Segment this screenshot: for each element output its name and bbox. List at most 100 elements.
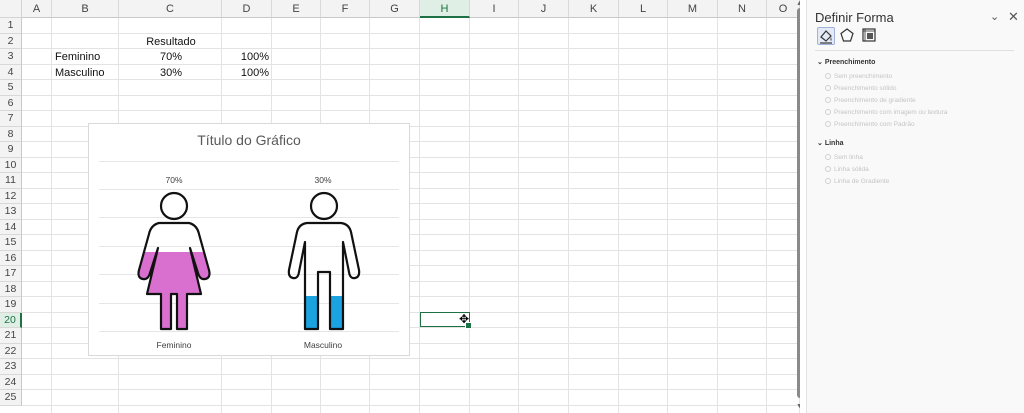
radio-label: Preenchimento com imagem ou textura <box>834 109 948 116</box>
female-head-outline <box>159 191 189 221</box>
section-fill[interactable]: ⌄ Preenchimento <box>817 58 875 66</box>
radio-label: Sem linha <box>834 154 863 161</box>
female-fill-level <box>138 252 210 329</box>
row-header-12[interactable]: 12 <box>0 188 22 204</box>
column-header-n[interactable]: N <box>718 0 767 18</box>
category-label-masculino: Masculino <box>303 340 343 350</box>
radio-solid-line[interactable]: Linha sólida <box>825 166 869 173</box>
chevron-down-icon[interactable]: ⌄ <box>990 10 999 23</box>
column-header-h[interactable]: H <box>420 0 470 18</box>
pane-title: Definir Forma <box>815 10 894 25</box>
female-pictogram-bar[interactable] <box>131 190 217 334</box>
row-gridline <box>22 358 800 359</box>
column-header-g[interactable]: G <box>370 0 420 18</box>
male-body-outline <box>287 221 361 331</box>
column-gridline <box>51 18 52 413</box>
cell-d3[interactable]: 100% <box>222 50 269 65</box>
chevron-down-icon: ⌄ <box>817 59 823 66</box>
pictograph-chart[interactable]: Título do Gráfico 70% 30% Feminino Mascu… <box>88 123 410 356</box>
effects-pentagon-icon <box>840 28 854 42</box>
radio-gradient-line[interactable]: Linha de Gradiente <box>825 178 889 185</box>
tab-effects[interactable] <box>839 27 857 45</box>
chart-gridline <box>99 161 399 162</box>
row-header-4[interactable]: 4 <box>0 64 22 80</box>
radio-solid-fill[interactable]: Preenchimento sólido <box>825 85 897 92</box>
row-header-22[interactable]: 22 <box>0 343 22 359</box>
column-header-a[interactable]: A <box>22 0 52 18</box>
close-icon[interactable]: ✕ <box>1008 9 1019 25</box>
column-header-c[interactable]: C <box>119 0 222 18</box>
row-header-11[interactable]: 11 <box>0 173 22 189</box>
column-header-e[interactable]: E <box>272 0 321 18</box>
row-header-24[interactable]: 24 <box>0 374 22 390</box>
cell-c2[interactable]: Resultado <box>120 35 222 50</box>
row-gridline <box>22 404 800 406</box>
select-all-corner[interactable] <box>0 0 22 18</box>
row-header-14[interactable]: 14 <box>0 219 22 235</box>
radio-label: Linha de Gradiente <box>834 178 890 185</box>
row-header-17[interactable]: 17 <box>0 266 22 282</box>
column-header-d[interactable]: D <box>222 0 272 18</box>
column-header-b[interactable]: B <box>52 0 119 18</box>
row-header-3[interactable]: 3 <box>0 49 22 65</box>
row-header-16[interactable]: 16 <box>0 250 22 266</box>
column-gridline <box>518 18 519 413</box>
radio-label: Sem preenchimento <box>834 73 893 80</box>
section-line[interactable]: ⌄ Linha <box>817 139 844 147</box>
radio-label: Linha sólida <box>834 166 869 173</box>
section-fill-label: Preenchimento <box>824 59 876 66</box>
row-header-13[interactable]: 13 <box>0 204 22 220</box>
scroll-down-arrow-icon[interactable]: ▼ <box>796 403 800 410</box>
row-header-21[interactable]: 21 <box>0 328 22 344</box>
cell-c3[interactable]: 70% <box>120 50 222 65</box>
radio-pattern-fill[interactable]: Preenchimento com Padrão <box>825 121 915 128</box>
row-header-7[interactable]: 7 <box>0 111 22 127</box>
row-header-23[interactable]: 23 <box>0 359 22 375</box>
cell-b3[interactable]: Feminino <box>55 50 119 65</box>
row-header-5[interactable]: 5 <box>0 80 22 96</box>
column-header-m[interactable]: M <box>668 0 718 18</box>
cell-cursor-icon: ✥ <box>459 312 470 326</box>
tab-size-properties[interactable] <box>861 27 879 45</box>
row-header-9[interactable]: 9 <box>0 142 22 158</box>
column-header-f[interactable]: F <box>321 0 370 18</box>
pane-divider <box>815 50 1014 51</box>
column-header-l[interactable]: L <box>619 0 668 18</box>
spreadsheet-grid[interactable]: ABCDEFGHIJKLMNO 1 2 3 4 5 6 7 8 9 10 11 12 13 14 15 16 1… <box>0 0 800 413</box>
row-header-20[interactable]: 20 <box>0 312 22 328</box>
size-properties-icon <box>862 28 876 42</box>
scroll-up-arrow-icon[interactable]: ▲ <box>796 0 800 7</box>
format-shape-pane: Definir Forma ⌄ ✕ ⌄ Preenchimento Sem pr… <box>806 0 1024 413</box>
row-header-19[interactable]: 19 <box>0 297 22 313</box>
radio-no-fill[interactable]: Sem preenchimento <box>825 73 892 80</box>
vertical-scrollbar[interactable] <box>797 8 800 398</box>
cell-b4[interactable]: Masculino <box>55 66 119 81</box>
row-header-25[interactable]: 25 <box>0 390 22 406</box>
radio-label: Preenchimento de gradiente <box>834 97 916 104</box>
male-head-outline <box>309 191 339 221</box>
chart-title[interactable]: Título do Gráfico <box>89 132 409 148</box>
tab-fill-line[interactable] <box>817 27 835 45</box>
column-gridline <box>717 18 718 413</box>
cell-c4[interactable]: 30% <box>120 66 222 81</box>
row-header-2[interactable]: 2 <box>0 33 22 49</box>
radio-picture-fill[interactable]: Preenchimento com imagem ou textura <box>825 109 947 116</box>
radio-gradient-fill[interactable]: Preenchimento de gradiente <box>825 97 916 104</box>
row-header-18[interactable]: 18 <box>0 281 22 297</box>
row-header-15[interactable]: 15 <box>0 235 22 251</box>
column-header-i[interactable]: I <box>470 0 519 18</box>
row-header-8[interactable]: 8 <box>0 126 22 142</box>
column-header-k[interactable]: K <box>569 0 619 18</box>
male-pictogram-bar[interactable] <box>281 190 367 334</box>
row-header-1[interactable]: 1 <box>0 18 22 34</box>
row-header-6[interactable]: 6 <box>0 95 22 111</box>
radio-no-line[interactable]: Sem linha <box>825 154 863 161</box>
row-gridline <box>22 373 800 375</box>
data-label-feminino: 70% <box>165 175 183 185</box>
column-gridline <box>469 18 470 413</box>
category-label-feminino: Feminino <box>156 340 192 350</box>
cell-d4[interactable]: 100% <box>222 66 269 81</box>
column-header-j[interactable]: J <box>519 0 569 18</box>
column-gridline <box>618 18 619 413</box>
row-header-10[interactable]: 10 <box>0 157 22 173</box>
